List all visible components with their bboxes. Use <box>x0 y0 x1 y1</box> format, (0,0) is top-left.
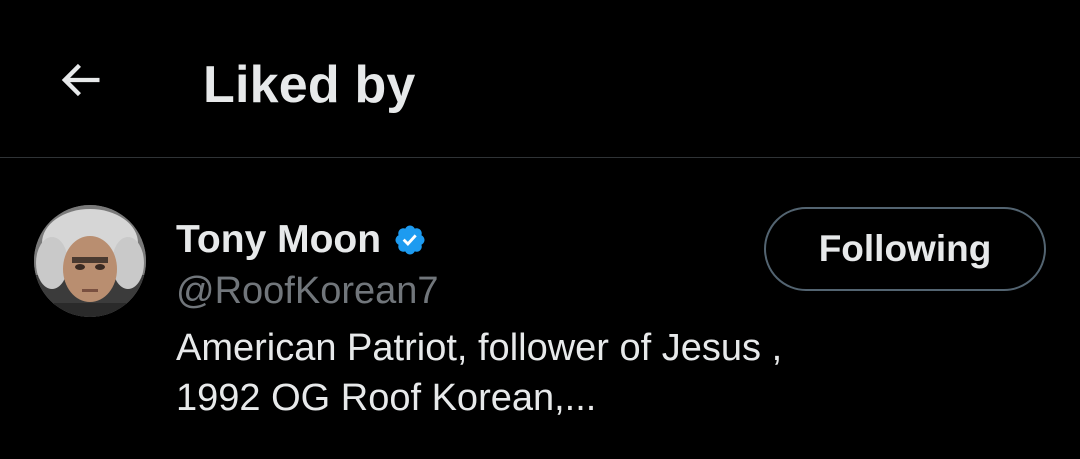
header-bar: Liked by <box>0 0 1080 158</box>
arrow-left-icon <box>61 63 100 97</box>
back-button[interactable] <box>40 40 120 120</box>
bio-line: American Patriot, follower of Jesus , <box>176 327 783 369</box>
verified-badge-icon <box>393 223 427 257</box>
user-handle: @RoofKorean7 <box>176 270 439 312</box>
user-list-item[interactable]: Tony Moon @RoofKorean7 American Patriot,… <box>0 159 1080 459</box>
following-button[interactable]: Following <box>764 207 1046 291</box>
page-title: Liked by <box>203 56 416 114</box>
bio-line: 1992 OG Roof Korean,... <box>176 377 597 419</box>
avatar[interactable] <box>34 205 146 317</box>
user-name-line: Tony Moon <box>176 214 427 266</box>
user-name[interactable]: Tony Moon <box>176 214 381 266</box>
user-bio: American Patriot, follower of Jesus , 19… <box>176 323 896 423</box>
